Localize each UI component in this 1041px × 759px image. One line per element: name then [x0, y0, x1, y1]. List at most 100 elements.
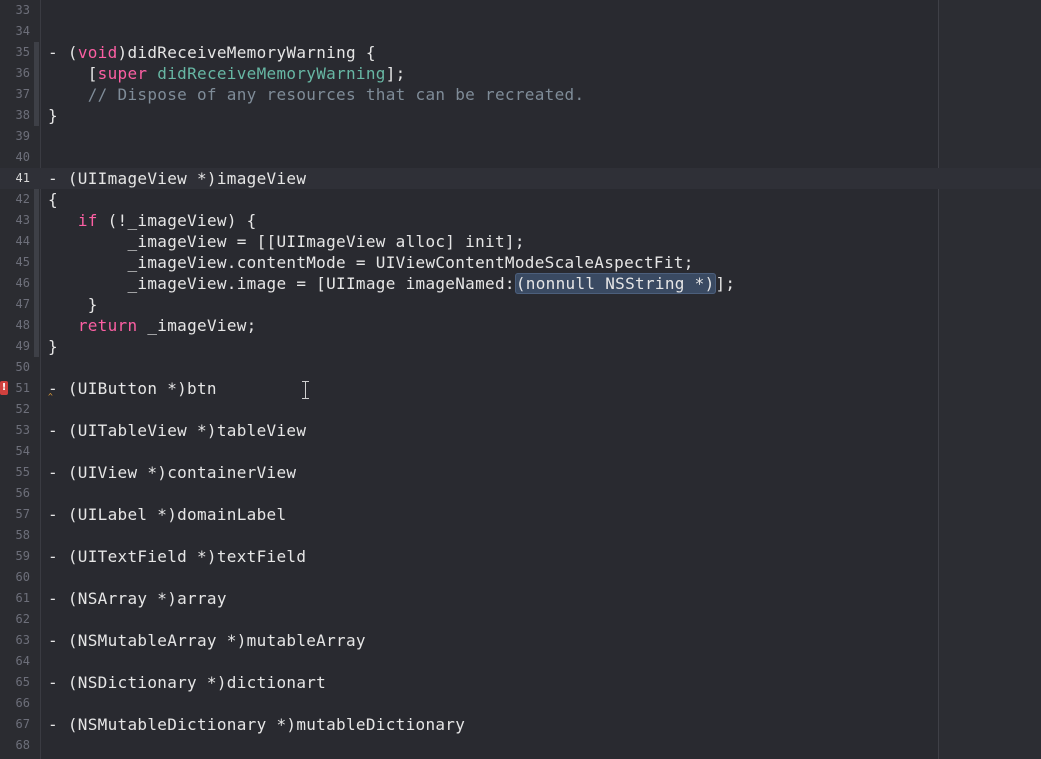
code-line[interactable]: 48 return _imageView;: [0, 315, 1041, 336]
code-token: }: [48, 337, 58, 356]
code-token: }: [48, 295, 98, 314]
placeholder-token[interactable]: (nonnull NSString *): [514, 273, 716, 294]
code-line[interactable]: 37 // Dispose of any resources that can …: [0, 84, 1041, 105]
code-token: - (UIButton *)btn: [48, 379, 217, 398]
code-text: - (NSDictionary *)dictionart: [48, 672, 326, 693]
code-token: - (NSMutableDictionary *)mutableDictiona…: [48, 715, 466, 734]
line-number: 64: [15, 654, 30, 668]
code-token: - (NSArray *)array: [48, 589, 227, 608]
keyword-token: super: [97, 64, 148, 83]
code-text: return _imageView;: [48, 315, 257, 336]
line-number: 50: [15, 360, 30, 374]
keyword-token: if: [77, 211, 98, 230]
code-line[interactable]: 38}: [0, 105, 1041, 126]
code-line[interactable]: 61 - (NSArray *)array: [0, 588, 1041, 609]
code-token: }: [48, 106, 58, 125]
code-line[interactable]: 67 - (NSMutableDictionary *)mutableDictio…: [0, 714, 1041, 735]
code-line[interactable]: 52: [0, 399, 1041, 420]
code-text: }: [48, 105, 58, 126]
line-number: 34: [15, 24, 30, 38]
code-line[interactable]: 47 }: [0, 294, 1041, 315]
code-text: _imageView.image = [UIImage imageNamed:(…: [48, 273, 735, 294]
code-line[interactable]: 54: [0, 441, 1041, 462]
code-line[interactable]: 49}: [0, 336, 1041, 357]
line-number: 60: [15, 570, 30, 584]
code-line[interactable]: 35 - (void)didReceiveMemoryWarning {: [0, 42, 1041, 63]
code-token: _imageView = [[UIImageView alloc] init];: [48, 232, 525, 251]
code-text: - (UIButton *)btn: [48, 378, 217, 399]
code-text: - (UITextField *)textField: [48, 546, 306, 567]
line-number: 42: [15, 192, 30, 206]
code-line[interactable]: 42 {: [0, 189, 1041, 210]
code-text: }: [48, 294, 98, 315]
code-text: // Dispose of any resources that can be …: [48, 84, 584, 105]
code-line[interactable]: 40: [0, 147, 1041, 168]
code-token: _imageView;: [137, 316, 257, 335]
code-token: - (: [48, 43, 78, 62]
code-token: - (UIView *)containerView: [48, 463, 297, 482]
code-line[interactable]: 65 - (NSDictionary *)dictionart: [0, 672, 1041, 693]
code-line[interactable]: 58: [0, 525, 1041, 546]
line-number: 44: [15, 234, 30, 248]
line-number: 49: [15, 339, 30, 353]
line-number: 68: [15, 738, 30, 752]
line-number: 63: [15, 633, 30, 647]
code-line[interactable]: 53 - (UITableView *)tableView: [0, 420, 1041, 441]
method-token: didReceiveMemoryWarning: [157, 64, 386, 83]
code-line[interactable]: 36 [super didReceiveMemoryWarning];: [0, 63, 1041, 84]
code-line[interactable]: 64: [0, 651, 1041, 672]
code-line[interactable]: 45 _imageView.contentMode = UIViewConten…: [0, 252, 1041, 273]
line-number: 61: [15, 591, 30, 605]
code-text: _imageView.contentMode = UIViewContentMo…: [48, 252, 694, 273]
code-token: - (UITableView *)tableView: [48, 421, 307, 440]
code-line[interactable]: 50: [0, 357, 1041, 378]
code-line[interactable]: 63 - (NSMutableArray *)mutableArray: [0, 630, 1041, 651]
code-line[interactable]: 41 - (UIImageView *)imageView: [0, 168, 1041, 189]
code-line[interactable]: 55 - (UIView *)containerView: [0, 462, 1041, 483]
code-line[interactable]: 43 if (!_imageView) {: [0, 210, 1041, 231]
code-text: - (UITableView *)tableView: [48, 420, 306, 441]
code-line[interactable]: 46 _imageView.image = [UIImage imageName…: [0, 273, 1041, 294]
code-line[interactable]: 57 - (UILabel *)domainLabel: [0, 504, 1041, 525]
code-token: [: [48, 64, 98, 83]
code-line[interactable]: 62: [0, 609, 1041, 630]
line-number: 39: [15, 129, 30, 143]
code-token: - (NSMutableArray *)mutableArray: [48, 631, 366, 650]
line-number: 52: [15, 402, 30, 416]
error-icon[interactable]: !: [0, 381, 8, 395]
line-number: 57: [15, 507, 30, 521]
code-token: )didReceiveMemoryWarning {: [117, 43, 376, 62]
code-line[interactable]: 44 _imageView = [[UIImageView alloc] ini…: [0, 231, 1041, 252]
code-token: ];: [385, 64, 406, 83]
code-text: - (UILabel *)domainLabel: [48, 504, 286, 525]
line-number: 66: [15, 696, 30, 710]
line-number: 55: [15, 465, 30, 479]
code-text: - (NSMutableDictionary *)mutableDictiona…: [48, 714, 465, 735]
keyword-token: void: [77, 43, 118, 62]
code-line[interactable]: 66: [0, 693, 1041, 714]
code-text: [super didReceiveMemoryWarning];: [48, 63, 406, 84]
line-number: 47: [15, 297, 30, 311]
code-line[interactable]: 34: [0, 21, 1041, 42]
code-editor[interactable]: 33 34 35- (void)didReceiveMemoryWarning {3…: [0, 0, 1041, 759]
line-number: 43: [15, 213, 30, 227]
code-text: {: [48, 189, 58, 210]
line-number: 65: [15, 675, 30, 689]
line-number: 33: [15, 3, 30, 17]
code-token: - (UITextField *)textField: [48, 547, 307, 566]
code-line[interactable]: 51! ^ - (UIButton *)btn: [0, 378, 1041, 401]
code-line[interactable]: 39: [0, 126, 1041, 147]
code-line[interactable]: 33: [0, 0, 1041, 21]
line-number: 46: [15, 276, 30, 290]
code-line[interactable]: 68: [0, 735, 1041, 756]
code-line[interactable]: 56: [0, 483, 1041, 504]
line-number: 35: [15, 45, 30, 59]
line-number: 41: [15, 171, 30, 185]
keyword-token: return: [77, 316, 138, 335]
code-text: - (NSArray *)array: [48, 588, 227, 609]
code-line[interactable]: 59 - (UITextField *)textField: [0, 546, 1041, 567]
code-line[interactable]: 60: [0, 567, 1041, 588]
code-text: - (NSMutableArray *)mutableArray: [48, 630, 366, 651]
